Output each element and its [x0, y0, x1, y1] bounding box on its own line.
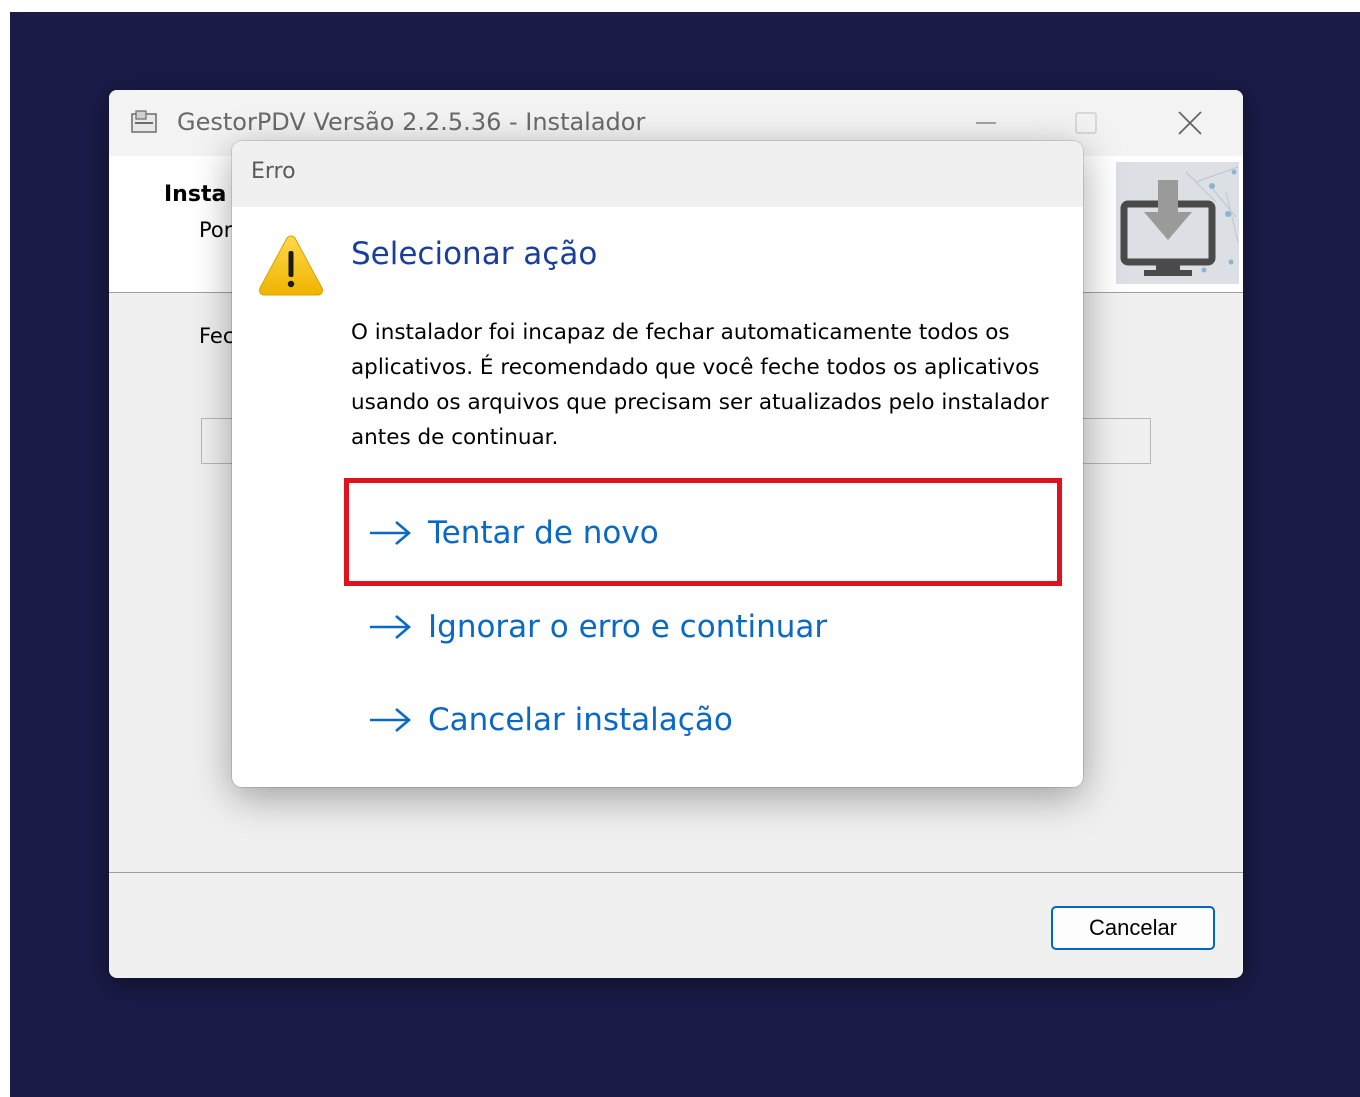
- arrow-right-icon: [370, 521, 412, 545]
- maximize-button[interactable]: [1063, 100, 1109, 146]
- close-icon: [1178, 111, 1202, 135]
- dialog-titlebar: Erro: [232, 141, 1083, 207]
- cancel-installation-command-link[interactable]: Cancelar instalação: [352, 690, 733, 750]
- ignore-label: Ignorar o erro e continuar: [428, 609, 828, 645]
- error-dialog: Erro Selecionar ação O instalador foi in…: [232, 141, 1083, 787]
- cancel-button[interactable]: Cancelar: [1051, 906, 1215, 950]
- arrow-right-icon: [370, 615, 412, 639]
- monitor-download-icon: [1116, 162, 1239, 284]
- dialog-heading: Selecionar ação: [351, 236, 598, 272]
- footer-divider: [109, 872, 1243, 873]
- ignore-and-continue-command-link[interactable]: Ignorar o erro e continuar: [352, 597, 827, 657]
- maximize-icon: [1075, 112, 1097, 134]
- retry-command-link[interactable]: Tentar de novo: [352, 503, 659, 563]
- close-button[interactable]: [1167, 100, 1213, 146]
- installer-header-subtitle: Por: [199, 218, 233, 242]
- cancel-installation-label: Cancelar instalação: [428, 702, 733, 738]
- minimize-button[interactable]: [963, 100, 1009, 146]
- minimize-icon: [976, 122, 996, 124]
- installer-app-icon: [131, 110, 157, 133]
- dialog-message: O instalador foi incapaz de fechar autom…: [351, 320, 1049, 450]
- installer-title: GestorPDV Versão 2.2.5.36 - Instalador: [177, 108, 646, 136]
- arrow-right-icon: [370, 708, 412, 732]
- installer-header-title: Insta: [164, 182, 227, 207]
- installer-body-label: Fec: [199, 324, 235, 348]
- dialog-title: Erro: [251, 159, 296, 184]
- warning-icon: [259, 235, 323, 296]
- retry-label: Tentar de novo: [428, 515, 659, 551]
